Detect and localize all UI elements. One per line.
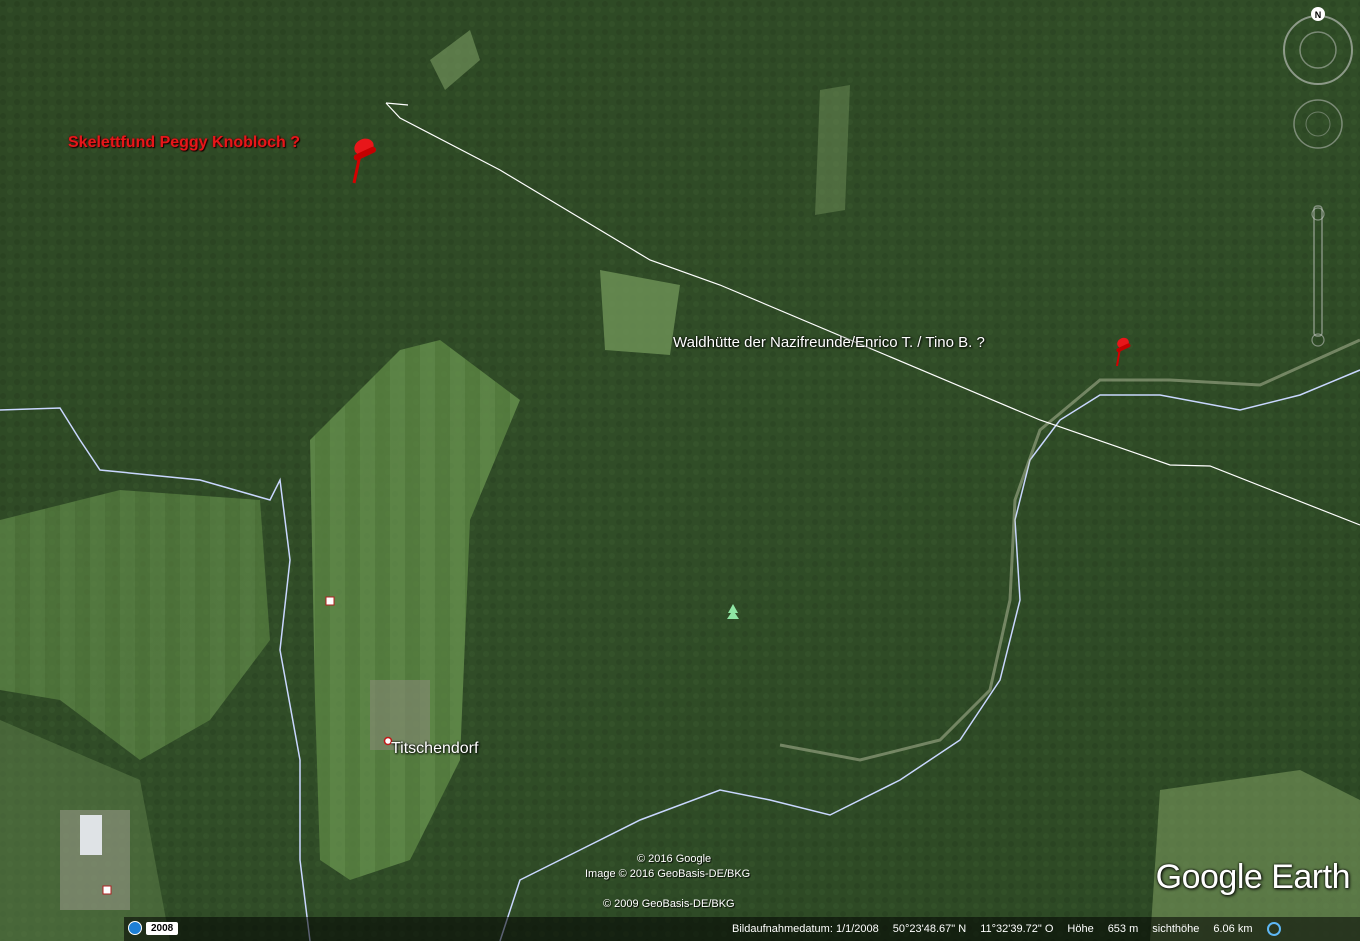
credit-google: © 2016 Google <box>637 853 712 865</box>
farmland <box>1150 770 1360 941</box>
building <box>80 815 102 855</box>
imagery-date: Bildaufnahmedatum: 1/1/2008 <box>732 923 879 935</box>
pin-label-skelettfund[interactable]: Skelettfund Peggy Knobloch ? <box>68 134 300 152</box>
eye-altitude-label: sichthöhe <box>1152 923 1200 935</box>
place-label-titschendorf[interactable]: Titschendorf <box>391 740 478 758</box>
place-marker-icon[interactable] <box>325 596 335 606</box>
google-earth-logo: Google Earth <box>1155 858 1351 896</box>
clearing <box>815 85 850 215</box>
latitude: 50°23'48.67" N <box>892 923 967 935</box>
clock-icon[interactable] <box>128 921 142 935</box>
elevation-label: Höhe <box>1067 923 1094 935</box>
elevation-value: 653 m <box>1107 923 1139 935</box>
status-bar: Bildaufnahmedatum: 1/1/2008 50°23'48.67"… <box>124 917 1360 941</box>
credit-geobasis: © 2009 GeoBasis-DE/BKG <box>603 898 735 910</box>
historical-imagery-badge[interactable]: 2008 <box>128 919 179 937</box>
pin-label-waldhuette[interactable]: Waldhütte der Nazifreunde/Enrico T. / Ti… <box>673 334 985 351</box>
place-marker-icon[interactable] <box>102 885 112 895</box>
credit-image: Image © 2016 GeoBasis-DE/BKG <box>585 868 751 880</box>
longitude: 11°32'39.72" O <box>980 923 1054 935</box>
eye-altitude-value: 6.06 km <box>1213 923 1253 935</box>
historical-year[interactable]: 2008 <box>146 921 179 935</box>
compass-north-label: N <box>1315 10 1322 20</box>
clearing <box>600 270 680 355</box>
streaming-indicator-icon <box>1266 922 1281 936</box>
